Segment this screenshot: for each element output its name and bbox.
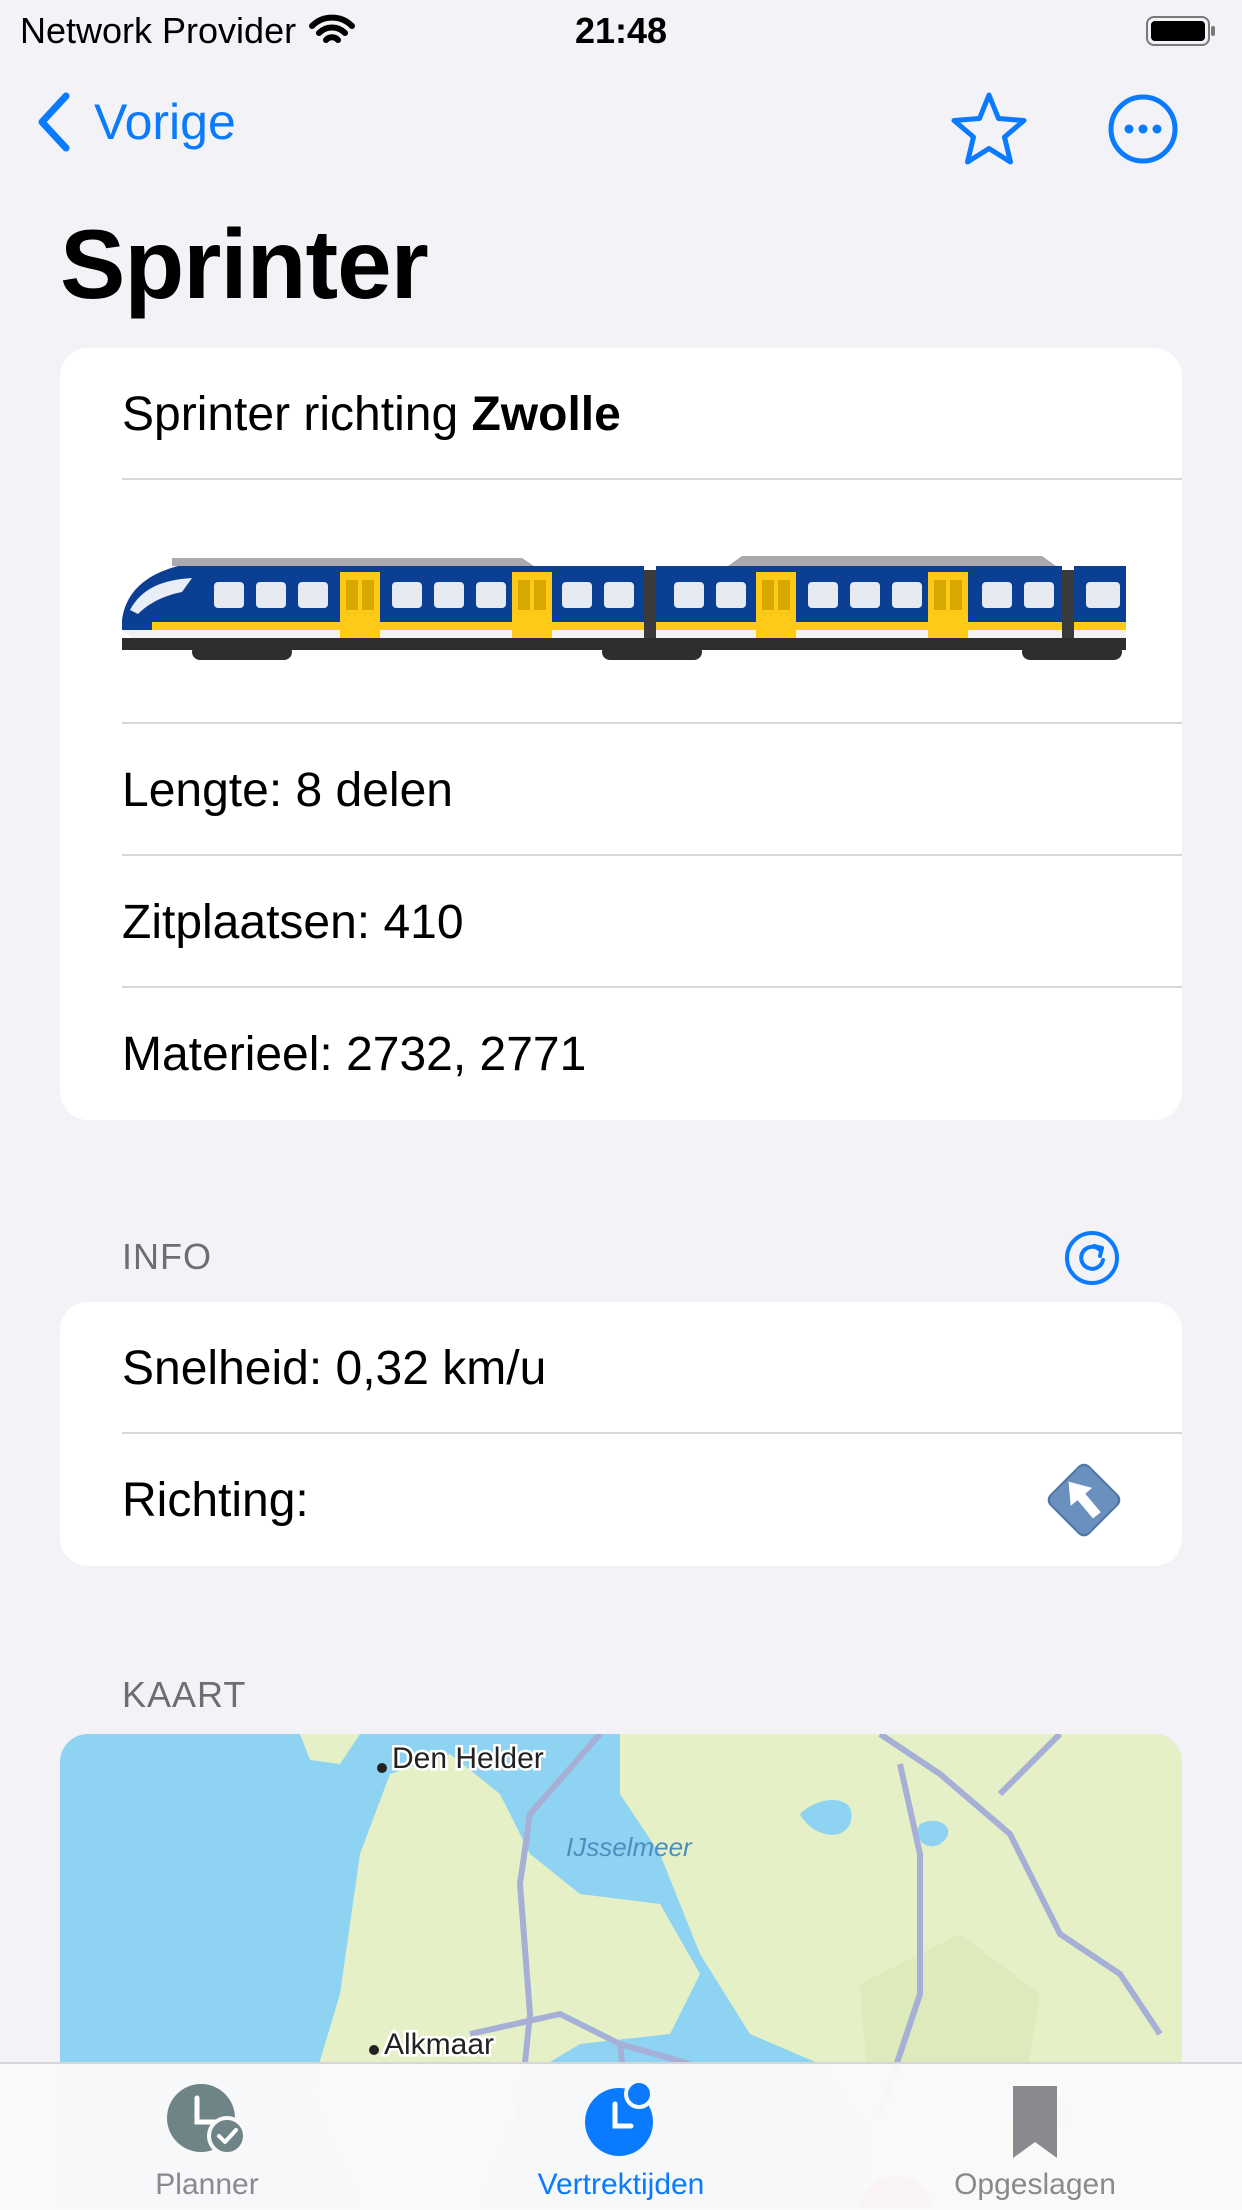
material-row: Materieel: 2732, 2771 — [60, 988, 1182, 1120]
material-text: Materieel: 2732, 2771 — [122, 1027, 587, 1081]
tab-planner[interactable]: Planner — [0, 2064, 414, 2210]
info-section-header: INFO — [122, 1236, 212, 1277]
direction-label: Richting: — [122, 1473, 309, 1527]
map-label-ijsselmeer: IJsselmeer — [566, 1832, 693, 1862]
planner-icon — [167, 2084, 247, 2156]
more-options-icon[interactable] — [1106, 92, 1180, 166]
tab-opgeslagen-label: Opgeslagen — [954, 2168, 1116, 2201]
map-label-alkmaar: Alkmaar — [384, 2028, 494, 2061]
speed-text: Snelheid: 0,32 km/u — [122, 1341, 547, 1395]
train-image — [122, 556, 1126, 660]
train-details-card: Sprinter richting Zwolle Lengte: 8 delen… — [60, 348, 1182, 1120]
seats-text: Zitplaatsen: 410 — [122, 895, 464, 949]
page-title: Sprinter — [60, 209, 429, 319]
back-label: Vorige — [94, 94, 236, 150]
speed-row: Snelheid: 0,32 km/u — [60, 1302, 1182, 1434]
length-row: Lengte: 8 delen — [60, 724, 1182, 856]
navigation-bar: Vorige — [0, 82, 1242, 174]
back-button[interactable]: Vorige — [36, 92, 236, 152]
tab-planner-label: Planner — [155, 2168, 259, 2201]
train-heading-row: Sprinter richting Zwolle — [60, 348, 1182, 480]
direction-row: Richting: — [60, 1434, 1182, 1566]
train-heading-prefix: Sprinter richting — [122, 387, 472, 441]
tab-vertrektijden[interactable]: Vertrektijden — [414, 2064, 828, 2210]
refresh-icon[interactable] — [1062, 1228, 1122, 1288]
star-icon[interactable] — [950, 90, 1028, 168]
clock: 21:48 — [574, 10, 668, 51]
tab-vertrektijden-label: Vertrektijden — [537, 2168, 705, 2201]
tab-bar: Planner Vertrektijden Opgeslagen — [0, 2062, 1242, 2210]
direction-arrow-icon — [1047, 1463, 1121, 1537]
map-section-header: KAART — [122, 1674, 247, 1715]
chevron-left-icon — [38, 92, 70, 152]
tab-opgeslagen[interactable]: Opgeslagen — [828, 2064, 1242, 2210]
train-image-row — [60, 480, 1182, 724]
train-destination: Zwolle — [471, 387, 621, 441]
battery-icon — [1146, 16, 1215, 46]
map-label-den-helder: Den Helder — [392, 1742, 544, 1775]
info-card: Snelheid: 0,32 km/u Richting: — [60, 1302, 1182, 1566]
departures-clock-icon — [585, 2082, 654, 2156]
status-bar: Network Provider 21:48 — [0, 0, 1242, 62]
seats-row: Zitplaatsen: 410 — [60, 856, 1182, 988]
length-text: Lengte: 8 delen — [122, 763, 453, 817]
bookmark-icon — [1013, 2086, 1057, 2158]
